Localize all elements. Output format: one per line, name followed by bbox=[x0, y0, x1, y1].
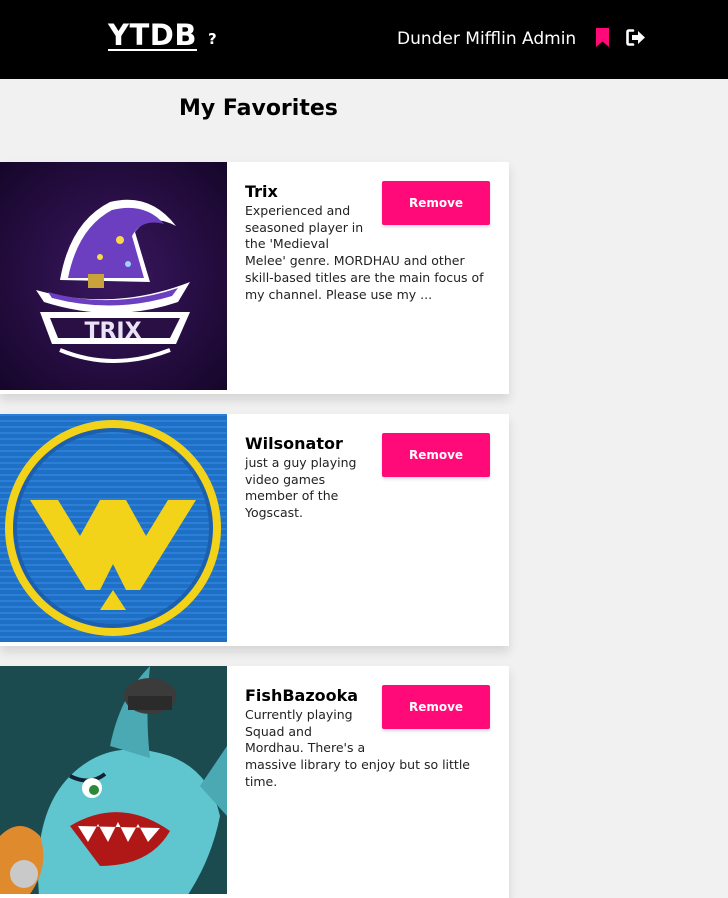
channel-thumbnail[interactable] bbox=[0, 666, 227, 894]
help-link[interactable]: ? bbox=[208, 30, 217, 48]
channel-name[interactable]: Wilsonator bbox=[245, 434, 343, 453]
channel-name[interactable]: Trix bbox=[245, 182, 278, 201]
remove-button[interactable]: Remove bbox=[382, 181, 490, 225]
thumbnail-logo-text: TRIX bbox=[84, 319, 141, 344]
remove-button[interactable]: Remove bbox=[382, 685, 490, 729]
top-navbar: YTDB ? Dunder Mifflin Admin bbox=[0, 0, 728, 79]
favorite-card: Wilsonator just a guy playing video game… bbox=[0, 414, 509, 646]
favorite-card: FishBazooka Currently playing Squad and … bbox=[0, 666, 509, 898]
channel-name[interactable]: FishBazooka bbox=[245, 686, 358, 705]
page-title: My Favorites bbox=[179, 96, 338, 121]
channel-description-text: just a guy playing video games member of… bbox=[245, 455, 357, 521]
channel-thumbnail[interactable]: TRIX bbox=[0, 162, 227, 390]
remove-button[interactable]: Remove bbox=[382, 433, 490, 477]
sign-out-icon[interactable] bbox=[626, 29, 646, 50]
channel-thumbnail[interactable] bbox=[0, 414, 227, 642]
favorite-card: TRIX Trix Experienced and seasoned playe… bbox=[0, 162, 509, 394]
bookmark-icon[interactable] bbox=[595, 28, 610, 51]
username-label: Dunder Mifflin Admin bbox=[397, 29, 577, 49]
logo-link[interactable]: YTDB bbox=[108, 18, 197, 52]
